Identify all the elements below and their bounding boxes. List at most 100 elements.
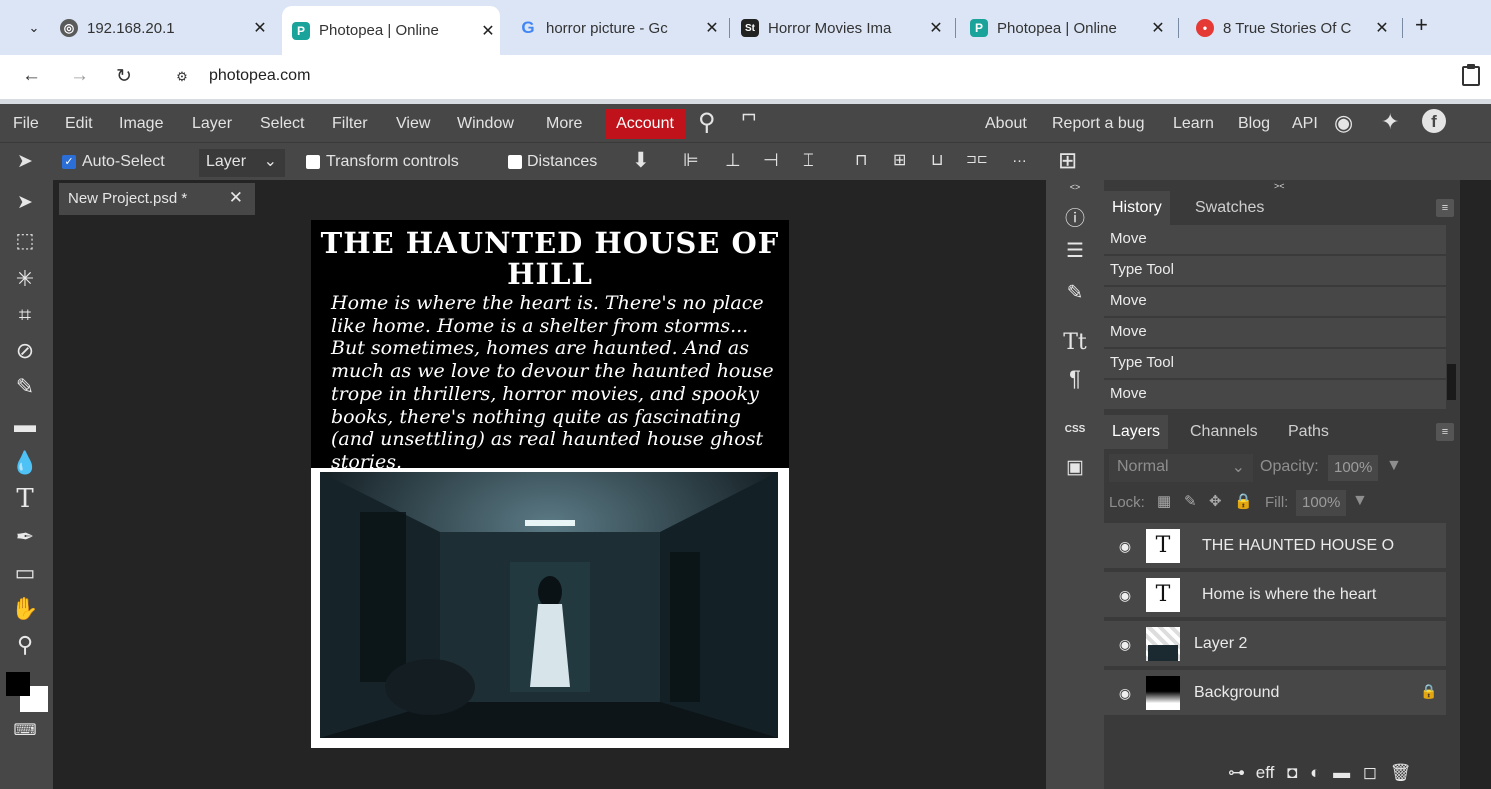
lock-all-icon[interactable]: 🔒 (1234, 492, 1253, 510)
foreground-color-swatch[interactable] (6, 672, 30, 696)
link-icon[interactable]: ⊶ (1228, 763, 1245, 782)
tab-channels[interactable]: Channels (1190, 423, 1258, 441)
align-right-icon[interactable]: ⊣ (763, 150, 779, 171)
grid-icon[interactable]: ⊞ (1058, 147, 1077, 174)
align-vtop-icon[interactable]: ⊓ (855, 150, 867, 170)
history-item[interactable]: Type Tool (1104, 349, 1446, 379)
menu-more[interactable]: More (546, 115, 582, 133)
search-icon[interactable]: ⚲ (698, 108, 716, 137)
menu-edit[interactable]: Edit (65, 115, 93, 133)
brush-settings-icon[interactable]: ✎ (1046, 280, 1104, 305)
download-icon[interactable]: ⬇ (632, 148, 650, 173)
crop-tool-icon[interactable]: ⌗ (10, 300, 40, 330)
panel-menu-icon[interactable]: ≡ (1436, 199, 1454, 217)
account-button[interactable]: Account (605, 109, 685, 139)
new-tab-plus-icon[interactable]: + (1415, 12, 1428, 38)
reload-icon[interactable]: ↻ (116, 65, 132, 88)
auto-select-checkbox[interactable]: ✓ (62, 155, 76, 169)
menu-file[interactable]: File (13, 115, 39, 133)
browser-tab[interactable]: • 8 True Stories Of C ✕ (1196, 8, 1394, 48)
tab-search-chevron-icon[interactable]: ⌄ (20, 14, 48, 42)
lock-brush-icon[interactable]: ✎ (1184, 492, 1197, 510)
history-item[interactable]: Move (1104, 380, 1446, 410)
collapse-icon[interactable]: >< (1274, 181, 1285, 191)
history-item[interactable]: Move (1104, 318, 1446, 348)
adjustments-icon[interactable]: ☰ (1046, 238, 1104, 263)
tab-swatches[interactable]: Swatches (1195, 199, 1264, 217)
new-layer-icon[interactable]: ◻ (1363, 763, 1377, 782)
history-item[interactable]: Move (1104, 225, 1446, 255)
pen-tool-icon[interactable]: ✒ (10, 522, 40, 552)
align-left-icon[interactable]: ⊫ (683, 150, 699, 171)
panel-menu-icon[interactable]: ≡ (1436, 423, 1454, 441)
menu-learn[interactable]: Learn (1173, 115, 1214, 133)
eye-icon[interactable]: ◉ (1116, 537, 1134, 555)
hand-tool-icon[interactable]: ✋ (10, 594, 40, 624)
layer-row[interactable]: ◉ Layer 2 (1104, 621, 1446, 668)
clipboard-icon[interactable] (1462, 64, 1480, 86)
close-icon[interactable]: ✕ (1146, 18, 1170, 38)
url-field[interactable]: photopea.com (209, 67, 310, 85)
eye-icon[interactable]: ◉ (1116, 586, 1134, 604)
brush-tool-icon[interactable]: ✎ (10, 372, 40, 402)
close-icon[interactable]: ✕ (924, 18, 948, 38)
close-icon[interactable]: ✕ (476, 21, 500, 41)
image-icon[interactable]: ▣ (1046, 456, 1104, 479)
browser-tab[interactable]: G horror picture - Gc ✕ (519, 8, 724, 48)
menu-api[interactable]: API (1292, 115, 1318, 133)
menu-view[interactable]: View (396, 115, 430, 133)
back-arrow-icon[interactable]: ← (22, 65, 41, 87)
browser-tab[interactable]: ◎ 192.168.20.1 ✕ (60, 8, 272, 48)
close-icon[interactable]: ✕ (248, 18, 272, 38)
blur-tool-icon[interactable]: 💧 (10, 448, 40, 478)
facebook-icon[interactable]: f (1422, 109, 1446, 133)
align-vbottom-icon[interactable]: ⊔ (931, 150, 943, 170)
character-icon[interactable]: Tt (1046, 330, 1104, 355)
info-icon[interactable]: ⓘ (1046, 202, 1104, 231)
adjustment-icon[interactable]: ◐ (1310, 763, 1320, 782)
menu-report-bug[interactable]: Report a bug (1052, 115, 1145, 133)
folder-icon[interactable]: ▬ (1333, 763, 1350, 782)
shape-tool-icon[interactable]: ▭ (10, 558, 40, 588)
align-center-icon[interactable]: ⊥ (725, 150, 741, 171)
move-tool-icon[interactable]: ➤ (10, 188, 40, 218)
opacity-field[interactable]: 100% (1328, 455, 1379, 481)
fill-dropdown-icon[interactable]: ▼ (1352, 492, 1368, 510)
layer-row[interactable]: ◉ T THE HAUNTED HOUSE O (1104, 523, 1446, 570)
blend-mode-select[interactable]: Normal ⌄ (1109, 454, 1253, 482)
history-item[interactable]: Move (1104, 287, 1446, 317)
layer-select-dropdown[interactable]: Layer ⌄ (199, 149, 285, 177)
layer-row[interactable]: ◉ Background 🔒 (1104, 670, 1446, 717)
tab-history[interactable]: History (1104, 191, 1170, 225)
more-options-icon[interactable]: … (1012, 149, 1027, 166)
keyboard-icon[interactable]: ⌨ (10, 716, 40, 746)
fullscreen-icon[interactable]: ⌜⌝ (741, 110, 757, 135)
forward-arrow-icon[interactable]: → (70, 65, 89, 87)
close-icon[interactable]: ✕ (229, 188, 243, 208)
menu-filter[interactable]: Filter (332, 115, 368, 133)
browser-tab[interactable]: St Horror Movies Ima ✕ (741, 8, 948, 48)
css-icon[interactable]: CSS (1046, 424, 1104, 435)
distances-checkbox[interactable] (508, 155, 522, 169)
healing-brush-icon[interactable]: ⊘ (10, 336, 40, 366)
eye-icon[interactable]: ◉ (1116, 635, 1134, 653)
close-icon[interactable]: ✕ (1370, 18, 1394, 38)
paragraph-icon[interactable]: ¶ (1046, 366, 1104, 392)
close-icon[interactable]: ✕ (700, 18, 724, 38)
reddit-icon[interactable]: ◉ (1334, 110, 1353, 136)
type-tool-icon[interactable]: T (10, 484, 40, 514)
zoom-tool-icon[interactable]: ⚲ (10, 630, 40, 660)
magic-wand-icon[interactable]: ✳ (10, 264, 40, 294)
menu-blog[interactable]: Blog (1238, 115, 1270, 133)
tab-layers[interactable]: Layers (1104, 415, 1169, 449)
site-settings-icon[interactable]: ⚙ (170, 66, 194, 88)
align-top-icon[interactable]: ⌶ (803, 150, 814, 171)
lock-pixels-icon[interactable]: ▦ (1157, 492, 1171, 510)
menu-image[interactable]: Image (119, 115, 163, 133)
trash-icon[interactable]: 🗑 (1390, 763, 1412, 782)
menu-select[interactable]: Select (260, 115, 304, 133)
eye-icon[interactable]: ◉ (1116, 684, 1134, 702)
marquee-tool-icon[interactable]: ⬚ (10, 226, 40, 256)
fill-field[interactable]: 100% (1296, 490, 1347, 516)
distribute-icon[interactable]: ⊐⊏ (966, 151, 988, 167)
